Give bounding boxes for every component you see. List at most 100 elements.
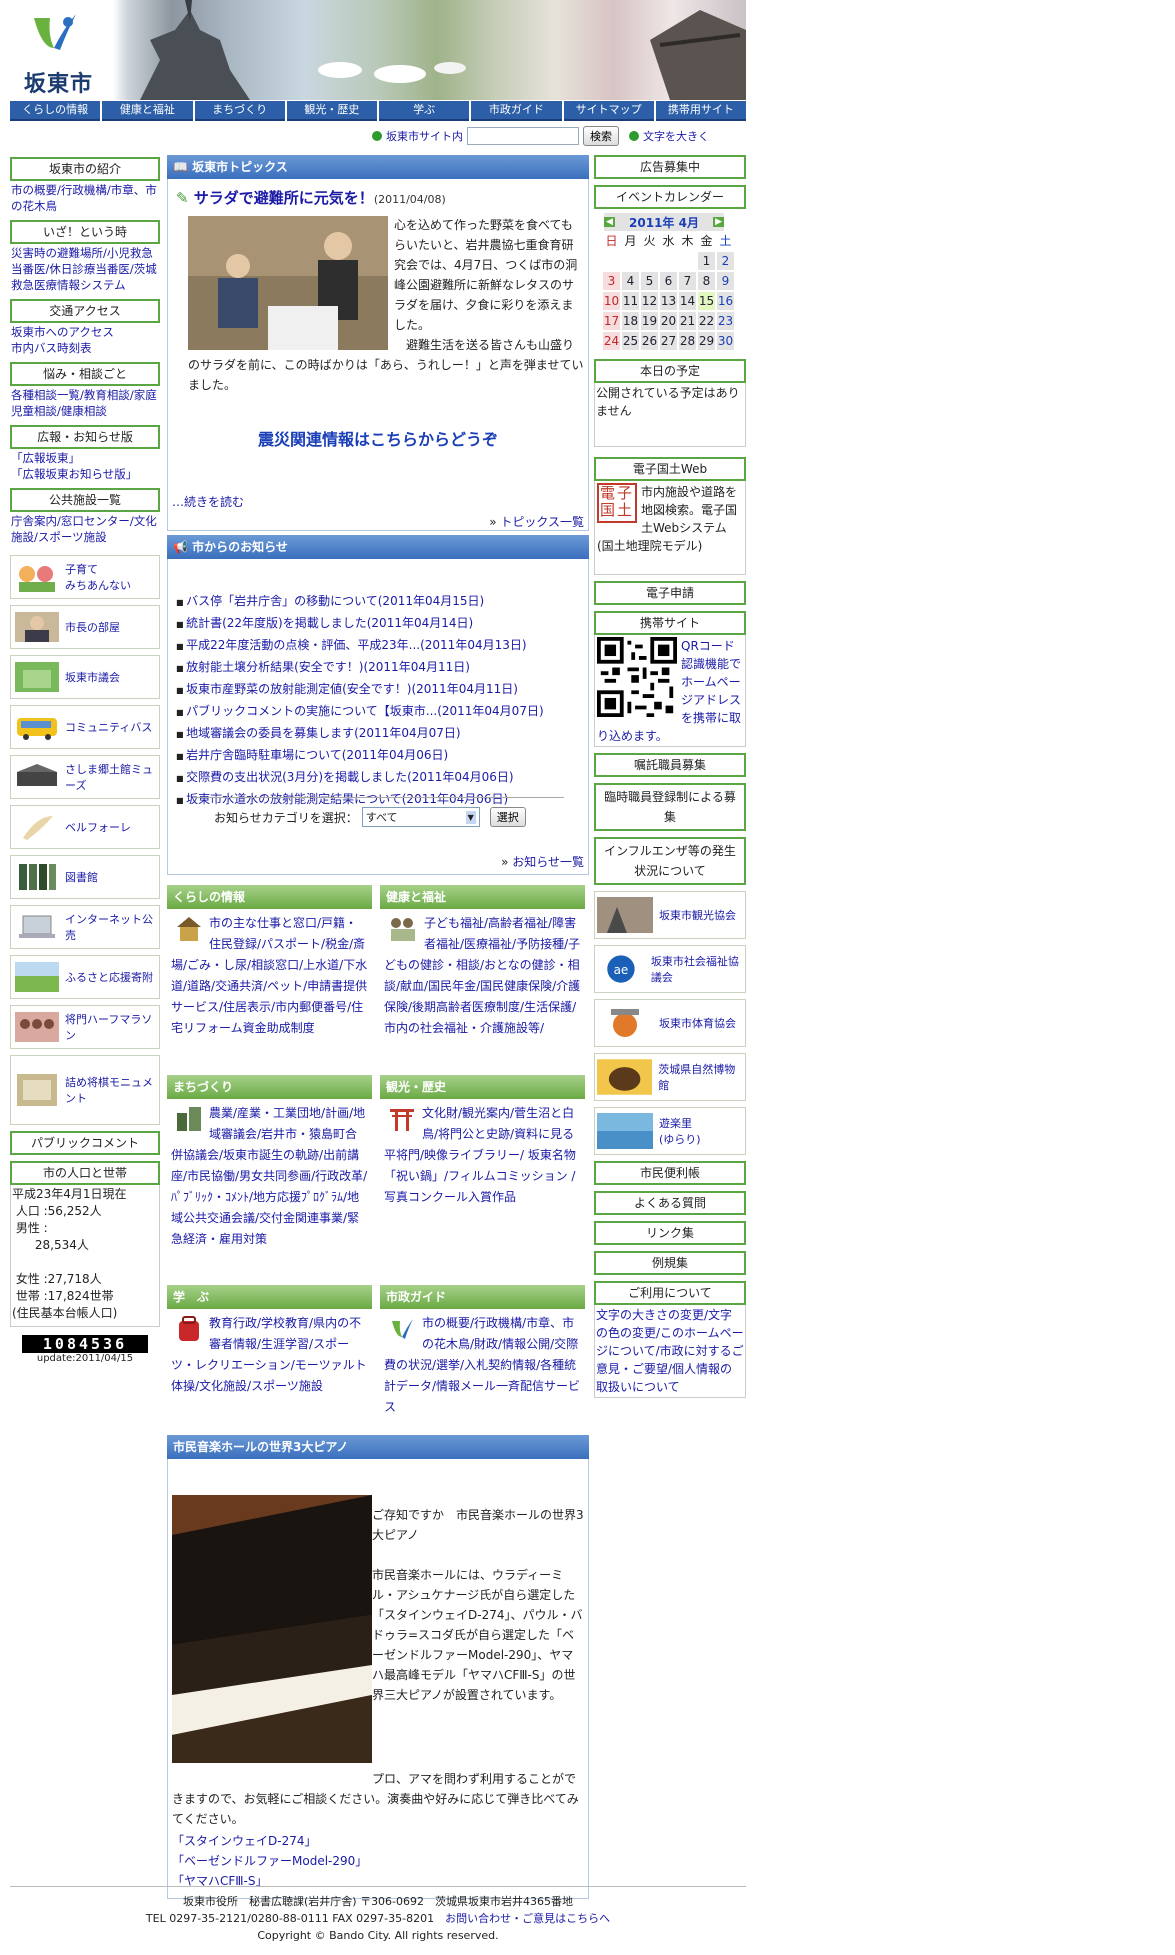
calendar-day[interactable]: 3 [603,272,620,290]
section-links[interactable]: 子ども福祉/高齢者福祉/障害者福祉/医療福祉/予防接種/子どもの健診・相談/おと… [380,909,585,1041]
banner-nature-museum[interactable]: 茨城県自然博物館 [594,1053,746,1101]
banner-shogi[interactable]: 詰め将棋モニュメント [10,1055,160,1125]
section-links[interactable]: 市の概要/行政機構/市章、市の花木鳥/財政/情報公開/交際費の状況/選挙/入札契… [380,1309,585,1420]
next-month-icon[interactable]: ▶ [713,217,724,227]
calendar-day[interactable]: 17 [603,312,620,330]
bosendorfer-link[interactable]: 「ベーゼンドルファーModel-290」 [172,1851,367,1871]
facilities-links[interactable]: 庁舎案内/窓口センター/文化施設/スポーツ施設 [10,512,160,549]
calendar-day[interactable]: 4 [622,272,639,290]
banner-library[interactable]: 図書館 [10,855,160,899]
section-title[interactable]: 健康と福祉 [380,885,585,909]
calendar-day[interactable]: 13 [660,292,677,310]
recruit-temporary-link[interactable]: 臨時職員登録制による募集 [594,783,746,831]
traffic-links[interactable]: 坂東市へのアクセス 市内バス時刻表 [10,323,160,360]
calendar-day[interactable]: 7 [679,272,696,290]
search-button[interactable]: 検索 [583,126,619,146]
calendar-day[interactable]: 12 [641,292,658,310]
citizen-handbook-link[interactable]: 市民便利帳 [594,1161,746,1185]
calendar-day[interactable]: 15 [698,292,715,310]
topic-headline[interactable]: ✎ サラダで避難所に元気を！(2011/04/08) [176,187,446,208]
contact-link[interactable]: お問い合わせ・ご意見はこちらへ [445,1912,610,1925]
nav-mobile[interactable]: 携帯用サイト [655,101,746,121]
calendar-day[interactable]: 9 [717,272,734,290]
calendar-day[interactable]: 8 [698,272,715,290]
section-links[interactable]: 文化財/観光案内/菅生沼と白鳥/将門公と史跡/資料に見る平将門/映像ライブラリー… [380,1099,585,1210]
banner-sports-association[interactable]: 坂東市体育協会 [594,999,746,1047]
notice-item[interactable]: ■ 交際費の支出状況(3月分)を掲載しました(2011年04月06日) [176,767,582,789]
calendar-day[interactable]: 16 [717,292,734,310]
read-more-link[interactable]: …続きを読む [172,493,244,510]
calendar-day[interactable]: 30 [717,332,734,350]
nav-health[interactable]: 健康と福祉 [102,101,193,121]
notice-item[interactable]: ■ 岩井庁舎臨時駐車場について(2011年04月06日) [176,745,582,767]
section-links[interactable]: 農業/産業・工業団地/計画/地域審議会/岩井市・猿島町合併協議会/坂東市誕生の軌… [167,1099,372,1252]
calendar-day[interactable]: 24 [603,332,620,350]
search-input[interactable] [467,127,579,145]
calendar-day[interactable]: 2 [717,252,734,270]
calendar-day[interactable]: 28 [679,332,696,350]
notice-item[interactable]: ■ 坂東市産野菜の放射能測定値(安全です！)(2011年04月11日) [176,679,582,701]
calendar-day[interactable]: 22 [698,312,715,330]
usage-links[interactable]: 文字の大きさの変更/文字の色の変更/このホームページについて/市政に対するご意見… [594,1305,746,1398]
ad-recruitment-link[interactable]: 広告募集中 [594,155,746,179]
banner-mayor[interactable]: 市長の部屋 [10,605,160,649]
city-logo-icon[interactable] [24,8,84,56]
notice-item[interactable]: ■ 平成22年度活動の点検・評価、平成23年...(2011年04月13日) [176,635,582,657]
event-calendar-heading[interactable]: イベントカレンダー [594,185,746,209]
calendar-day[interactable]: 1 [698,252,715,270]
section-title[interactable]: まちづくり [167,1075,372,1099]
calendar-day[interactable]: 29 [698,332,715,350]
prev-month-icon[interactable]: ◀ [604,217,615,227]
nav-learn[interactable]: 学ぶ [379,101,470,121]
section-title[interactable]: くらしの情報 [167,885,372,909]
faq-link[interactable]: よくある質問 [594,1191,746,1215]
category-select-button[interactable]: 選択 [489,807,526,827]
steinway-link[interactable]: 「スタインウェイD-274」 [172,1831,367,1851]
nav-sitemap[interactable]: サイトマップ [563,101,654,121]
emergency-links[interactable]: 災害時の避難場所/小児救急当番医/休日診療当番医/茨城救急医療情報システム [10,244,160,297]
consult-links[interactable]: 各種相談一覧/教育相談/家庭児童相談/健康相談 [10,386,160,423]
banner-tourism-association[interactable]: 坂東市観光協会 [594,891,746,939]
notice-item[interactable]: ■ 地域審議会の委員を募集します(2011年04月07日) [176,723,582,745]
notice-item[interactable]: ■ パブリックコメントの実施について【坂東市...(2011年04月07日) [176,701,582,723]
topics-list-link[interactable]: » トピックス一覧 [489,513,584,530]
calendar-day[interactable]: 20 [660,312,677,330]
nav-guide[interactable]: 市政ガイド [471,101,562,121]
banner-furusato[interactable]: ふるさと応援寄附 [10,955,160,999]
nav-town[interactable]: まちづくり [194,101,285,121]
mobile-heading[interactable]: 携帯サイト [594,611,746,635]
gsi-box[interactable]: 電子国土 市内施設や道路を地図検索。電子国土Webシステム(国土地理院モデル) [594,481,746,575]
quake-info-link[interactable]: 震災関連情報はこちらからどうぞ [168,426,588,450]
banner-bus[interactable]: コミュニティバス [10,705,160,749]
category-select[interactable]: すべて ▼ [361,807,480,827]
influenza-link[interactable]: インフルエンザ等の発生状況について [594,837,746,885]
calendar-day[interactable]: 18 [622,312,639,330]
calendar-day[interactable]: 23 [717,312,734,330]
notices-list-link[interactable]: » お知らせ一覧 [501,853,584,870]
calendar-day[interactable]: 21 [679,312,696,330]
text-size-link[interactable]: 文字を大きく [643,128,709,144]
calendar-day[interactable]: 27 [660,332,677,350]
banner-bellforet[interactable]: ベルフォーレ [10,805,160,849]
recruit-part-time-link[interactable]: 嘱託職員募集 [594,753,746,777]
banner-council[interactable]: 坂東市議会 [10,655,160,699]
banner-childcare[interactable]: 子育て みちあんない [10,555,160,599]
calendar-day[interactable]: 5 [641,272,658,290]
nav-living[interactable]: くらしの情報 [10,101,101,121]
banner-auction[interactable]: インターネット公売 [10,905,160,949]
public-comment-link[interactable]: パブリックコメント [10,1131,160,1155]
calendar-day[interactable]: 6 [660,272,677,290]
section-title[interactable]: 市政ガイド [380,1285,585,1309]
section-links[interactable]: 教育行政/学校教育/県内の不審者情報/生涯学習/スポーツ・レクリエーション/モー… [167,1309,372,1399]
banner-yurari[interactable]: 遊楽里 (ゆらり) [594,1107,746,1155]
calendar-day[interactable]: 10 [603,292,620,310]
calendar-day[interactable]: 14 [679,292,696,310]
section-links[interactable]: 市の主な仕事と窓口/戸籍・住民登録/パスポート/税金/斎場/ごみ・し尿/相談窓口… [167,909,372,1041]
section-title[interactable]: 観光・歴史 [380,1075,585,1099]
notice-item[interactable]: ■ バス停「岩井庁舎」の移動について(2011年04月15日) [176,591,582,613]
notice-item[interactable]: ■ 放射能土壌分析結果(安全です！)(2011年04月11日) [176,657,582,679]
banner-marathon[interactable]: 将門ハーフマラソン [10,1005,160,1049]
calendar-day[interactable]: 19 [641,312,658,330]
calendar-day[interactable]: 11 [622,292,639,310]
regulations-link[interactable]: 例規集 [594,1251,746,1275]
